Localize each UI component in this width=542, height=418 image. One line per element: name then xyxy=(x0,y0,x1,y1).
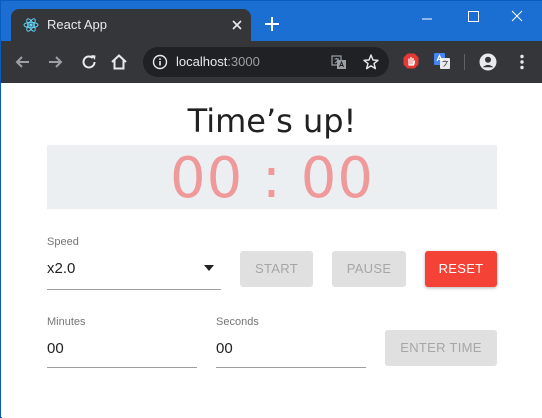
start-button[interactable]: START xyxy=(240,251,313,287)
reload-icon[interactable] xyxy=(79,52,99,72)
address-url: localhost:3000 xyxy=(176,54,260,70)
window-close-icon[interactable] xyxy=(503,5,531,29)
timer-panel: 00 : 00 xyxy=(47,145,497,209)
plus-icon[interactable] xyxy=(261,13,283,35)
minutes-input[interactable]: 00 xyxy=(47,339,64,359)
minimize-icon[interactable] xyxy=(413,5,441,29)
speed-select-value[interactable]: x2.0 xyxy=(47,259,75,279)
seconds-label: Seconds xyxy=(216,316,259,328)
arrow-left-icon[interactable] xyxy=(13,52,33,72)
tab-strip: React App xyxy=(1,1,542,41)
url-host: localhost xyxy=(176,54,228,69)
app-content: Time’s up! 00 : 00 Speed x2.0 START PAUS… xyxy=(2,83,542,418)
timer-display: 00 : 00 xyxy=(170,146,374,211)
maximize-icon[interactable] xyxy=(459,5,487,29)
address-bar[interactable]: localhost:3000 xyxy=(143,47,389,77)
speed-select-underline xyxy=(47,289,221,290)
hand-stop-icon[interactable] xyxy=(402,52,420,70)
google-translate-icon[interactable] xyxy=(433,52,451,70)
minutes-input-underline xyxy=(47,367,197,368)
browser-toolbar: localhost:3000 xyxy=(1,41,542,83)
translate-icon[interactable] xyxy=(331,54,347,70)
page-title: Time’s up! xyxy=(187,102,357,140)
home-icon[interactable] xyxy=(109,52,129,72)
arrow-right-icon[interactable] xyxy=(45,52,65,72)
info-icon[interactable] xyxy=(152,54,168,70)
seconds-input[interactable]: 00 xyxy=(216,339,233,359)
url-port: :3000 xyxy=(227,54,260,69)
browser-window: React App localhost:3000 Time’s up! 00:… xyxy=(0,0,542,418)
kebab-menu-icon[interactable] xyxy=(512,52,532,72)
chevron-down-icon[interactable] xyxy=(204,265,214,271)
tab-title: React App xyxy=(47,17,107,32)
star-icon[interactable] xyxy=(362,53,380,71)
account-icon[interactable] xyxy=(478,52,498,72)
speed-label: Speed xyxy=(47,236,79,248)
react-icon xyxy=(23,18,39,32)
toolbar-separator xyxy=(464,54,465,70)
pause-button[interactable]: PAUSE xyxy=(332,251,406,287)
close-icon[interactable] xyxy=(229,17,245,33)
minutes-label: Minutes xyxy=(47,316,86,328)
seconds-input-underline xyxy=(216,367,366,368)
enter-time-button[interactable]: ENTER TIME xyxy=(385,330,497,366)
reset-button[interactable]: RESET xyxy=(425,251,497,287)
browser-tab[interactable]: React App xyxy=(11,9,251,41)
